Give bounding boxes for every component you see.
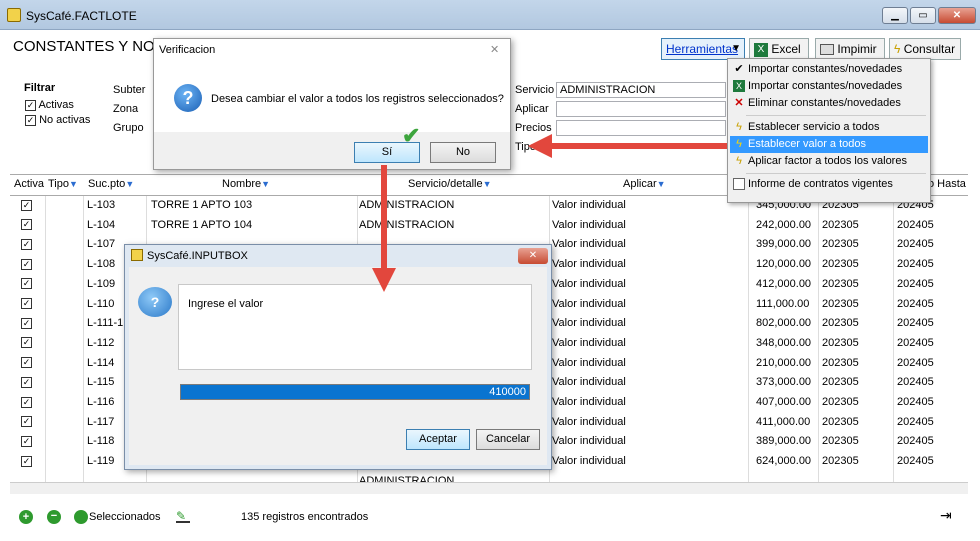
annotation-arrows — [372, 134, 727, 292]
arrow-head-down-icon — [372, 268, 396, 292]
arrow-head-left-icon — [528, 134, 552, 158]
